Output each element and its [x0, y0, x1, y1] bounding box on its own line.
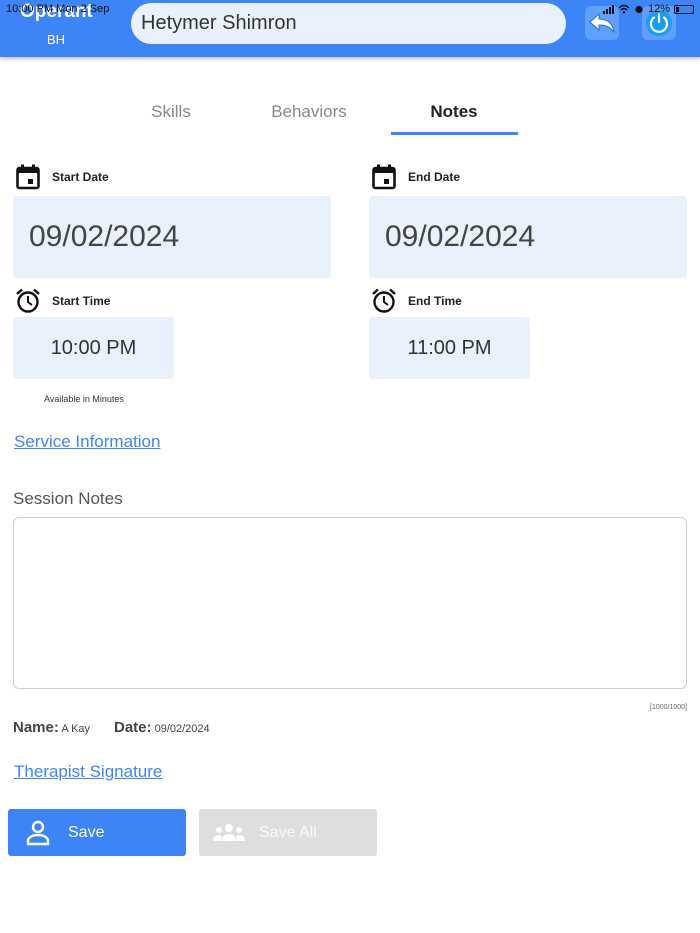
- end-date-field[interactable]: 09/02/2024: [369, 196, 687, 278]
- save-all-button[interactable]: Save All: [199, 809, 377, 856]
- therapist-signature-link[interactable]: Therapist Signature: [14, 762, 162, 782]
- service-information-link[interactable]: Service Information: [14, 432, 160, 452]
- battery-percent: 12%: [647, 3, 670, 15]
- available-in-minutes-note: Available in Minutes: [44, 394, 124, 404]
- tab-behaviors[interactable]: Behaviors: [258, 102, 360, 122]
- tab-skills[interactable]: Skills: [140, 102, 202, 122]
- app-header: 10:00 PM Mon 2 Sep 12% Operant BH Hetyme…: [0, 0, 700, 57]
- battery-icon: [674, 4, 694, 14]
- end-time-field[interactable]: 11:00 PM: [369, 317, 530, 379]
- alarm-status-icon: [635, 5, 643, 14]
- name-meta: Name: A Kay: [13, 719, 91, 736]
- start-date-label: Start Date: [16, 164, 109, 190]
- start-date-field[interactable]: 09/02/2024: [13, 196, 331, 278]
- client-name-field[interactable]: Hetymer Shimron: [131, 3, 566, 44]
- alarm-clock-icon: [372, 288, 396, 313]
- calendar-icon: [372, 164, 396, 190]
- character-counter: [1000/1000]: [650, 704, 687, 711]
- end-time-label: End Time: [372, 288, 462, 314]
- person-icon: [8, 820, 68, 846]
- signal-icon: [602, 4, 614, 14]
- session-notes-textarea[interactable]: [13, 517, 687, 689]
- client-name: Hetymer Shimron: [141, 12, 297, 34]
- wifi-icon: [618, 4, 630, 14]
- status-time: 10:00 PM Mon 2 Sep: [6, 3, 110, 15]
- status-indicators: 12%: [602, 3, 694, 15]
- start-time-label: Start Time: [16, 288, 110, 314]
- date-meta: Date: 09/02/2024: [114, 719, 210, 736]
- active-tab-indicator: [391, 132, 518, 135]
- end-date-label: End Date: [372, 164, 460, 190]
- save-button[interactable]: Save: [8, 809, 186, 856]
- tab-notes[interactable]: Notes: [404, 102, 504, 122]
- brand-subtitle: BH: [47, 32, 66, 47]
- start-time-field[interactable]: 10:00 PM: [13, 317, 174, 379]
- group-icon: [199, 823, 259, 843]
- alarm-clock-icon: [16, 288, 40, 313]
- calendar-icon: [16, 164, 40, 190]
- session-notes-label: Session Notes: [13, 489, 123, 508]
